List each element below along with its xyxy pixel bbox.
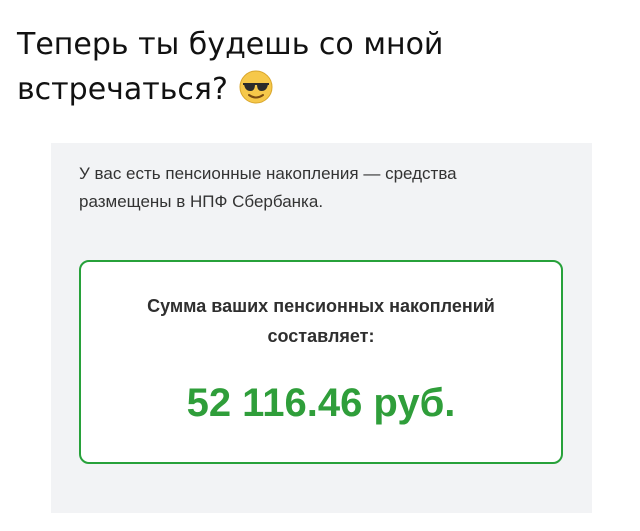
sunglasses-emoji-icon [238,69,274,105]
caption-line-2-text: встречаться? [17,72,228,107]
savings-label: Сумма ваших пенсионных накоплений состав… [81,291,561,351]
caption-line-1: Теперь ты будешь со мной [17,27,444,62]
savings-label-line-1: Сумма ваших пенсионных накоплений [147,296,495,316]
savings-label-line-2: составляет: [267,326,375,346]
savings-summary-box: Сумма ваших пенсионных накоплений состав… [79,260,563,464]
caption-line-2: встречаться? [17,67,617,112]
meme-caption: Теперь ты будешь со мной встречаться? [17,22,617,112]
savings-amount: 52 116.46 руб. [186,381,456,425]
notice-line-1: У вас есть пенсионные накопления — средс… [79,164,457,183]
pension-notice-text: У вас есть пенсионные накопления — средс… [79,160,559,216]
pension-notice-card: У вас есть пенсионные накопления — средс… [51,143,592,513]
notice-line-2: размещены в НПФ Сбербанка. [79,192,324,211]
